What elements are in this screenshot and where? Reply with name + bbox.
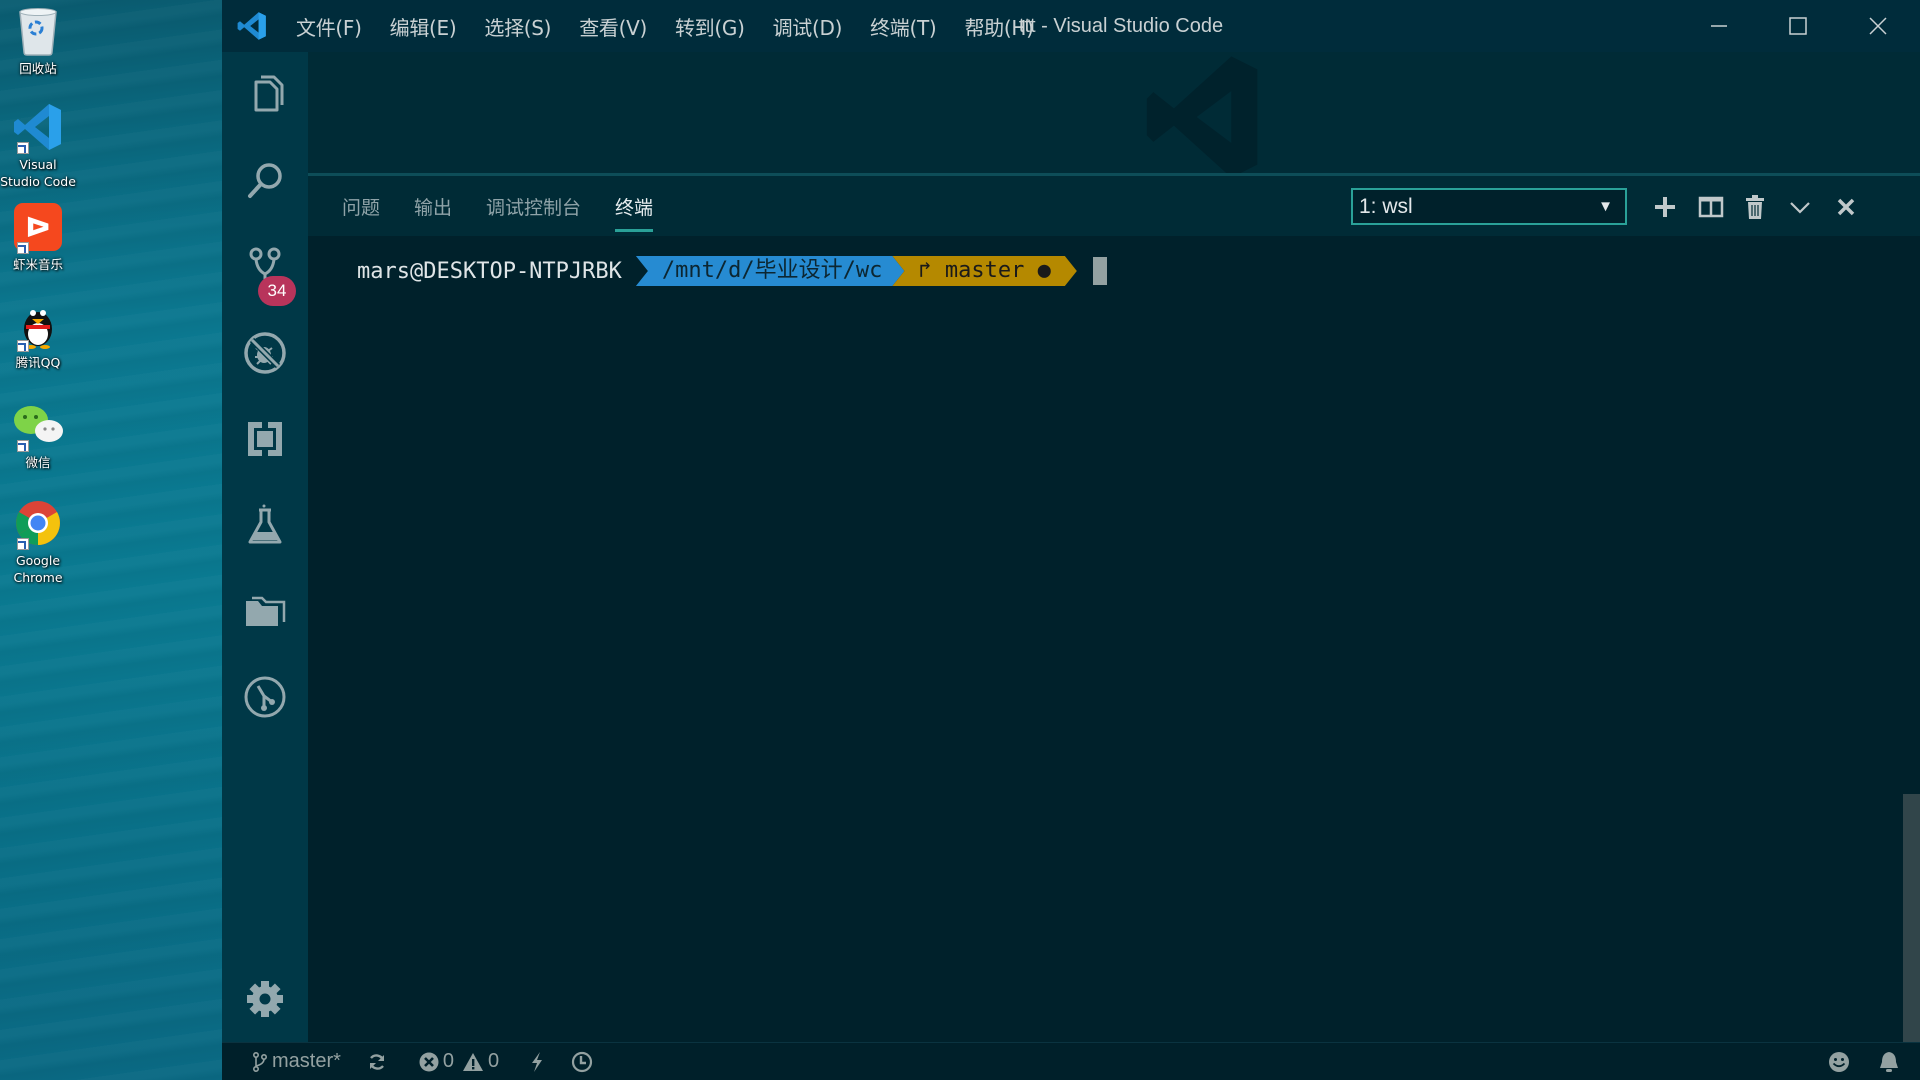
plus-icon (1655, 197, 1675, 217)
terminal-cursor (1092, 257, 1107, 285)
activity-bar: 34 (222, 52, 308, 1042)
activity-search[interactable] (222, 138, 308, 224)
menu-selection[interactable]: 选择(S) (470, 0, 565, 52)
xiami-music-icon: ᐅ (13, 202, 63, 254)
status-sync[interactable] (359, 1043, 395, 1080)
git-branch-icon (253, 1051, 268, 1072)
gear-icon (247, 981, 283, 1017)
title-bar: 文件(F) 编辑(E) 选择(S) 查看(V) 转到(G) 调试(D) 终端(T… (222, 0, 1920, 52)
git-circle-icon (244, 676, 286, 718)
recycle-bin-icon (13, 6, 63, 56)
files-icon (254, 75, 284, 112)
desktop: 回收站 Visual Studio Code ᐅ 虾米音乐 腾讯QQ 微信 Go… (0, 0, 222, 1080)
sync-icon (369, 1053, 385, 1070)
prompt-path-segment: /mnt/d/毕业设计/wc (636, 256, 904, 286)
status-timer[interactable] (563, 1043, 601, 1080)
menu-view[interactable]: 查看(V) (565, 0, 661, 52)
desktop-icon-tencent-qq[interactable]: 腾讯QQ (0, 300, 76, 371)
status-error-count: 0 (442, 1050, 455, 1072)
editor-area (308, 52, 1920, 173)
vscode-watermark-icon (1136, 52, 1266, 173)
close-window-button[interactable] (1839, 0, 1917, 52)
terminal-select-value: 1: wsl (1359, 195, 1413, 218)
maximize-button[interactable] (1759, 0, 1837, 52)
new-terminal-button[interactable] (1646, 188, 1684, 226)
prompt-git-dirty: ● (1037, 258, 1051, 283)
split-terminal-button[interactable] (1692, 188, 1730, 226)
close-icon (1837, 198, 1855, 216)
bell-icon (1880, 1051, 1898, 1072)
chevron-down-icon (1790, 202, 1810, 214)
kill-terminal-button[interactable] (1736, 188, 1774, 226)
status-problems[interactable]: 0 0 (411, 1043, 507, 1080)
minimize-icon (1711, 25, 1727, 27)
terminal[interactable]: mars@DESKTOP-NTPJRBK /mnt/d/毕业设计/wc ↱ ma… (308, 236, 1920, 1042)
git-branch-icon: ↱ (918, 258, 932, 283)
status-branch-label: master* (272, 1050, 341, 1072)
minimize-button[interactable] (1680, 0, 1758, 52)
menu-go[interactable]: 转到(G) (661, 0, 759, 52)
activity-extensions[interactable] (222, 396, 308, 482)
status-branch[interactable]: master* (244, 1043, 349, 1080)
no-bug-icon (244, 332, 286, 374)
warning-icon (463, 1052, 484, 1071)
folders-icon (246, 596, 286, 626)
activity-explorer[interactable] (222, 52, 308, 138)
prompt-git-branch: master (944, 258, 1025, 283)
desktop-icon-recycle-bin[interactable]: 回收站 (0, 6, 76, 77)
vscode-icon (13, 102, 63, 154)
activity-settings[interactable] (222, 956, 308, 1042)
activity-git-graph[interactable] (222, 654, 308, 740)
status-bar: master* 0 0 (222, 1042, 1920, 1080)
search-icon (248, 163, 282, 198)
split-icon (1698, 196, 1724, 218)
vscode-logo-icon (222, 0, 282, 52)
panel-header: 问题 输出 调试控制台 终端 1: wsl ▼ (308, 176, 1920, 236)
terminal-scrollbar[interactable] (1903, 794, 1920, 1042)
qq-penguin-icon (13, 300, 63, 352)
desktop-icon-vscode[interactable]: Visual Studio Code (0, 102, 76, 190)
wechat-icon (13, 400, 63, 452)
close-panel-button[interactable] (1827, 188, 1865, 226)
clock-icon (572, 1051, 593, 1072)
source-control-badge: 34 (258, 276, 296, 306)
status-warning-count: 0 (488, 1050, 500, 1072)
menu-help[interactable]: 帮助(H) (950, 0, 1047, 52)
activity-debug[interactable] (222, 310, 308, 396)
panel: 问题 输出 调试控制台 终端 1: wsl ▼ mars@DESKTOP-NTP… (308, 173, 1920, 1042)
desktop-icon-wechat[interactable]: 微信 (0, 400, 76, 471)
menu-terminal[interactable]: 终端(T) (856, 0, 950, 52)
activity-source-control[interactable]: 34 (222, 224, 308, 310)
activity-test[interactable] (222, 482, 308, 568)
vscode-window: 文件(F) 编辑(E) 选择(S) 查看(V) 转到(G) 调试(D) 终端(T… (222, 0, 1920, 1080)
terminal-prompt: mars@DESKTOP-NTPJRBK /mnt/d/毕业设计/wc ↱ ma… (357, 256, 1107, 286)
close-icon (1869, 17, 1887, 35)
tab-terminal[interactable]: 终端 (615, 176, 654, 236)
status-lightning[interactable] (521, 1043, 553, 1080)
status-feedback[interactable] (1820, 1043, 1858, 1080)
maximize-panel-button[interactable] (1781, 188, 1819, 226)
activity-project-manager[interactable] (222, 568, 308, 654)
menu-file[interactable]: 文件(F) (282, 0, 376, 52)
error-icon (419, 1052, 439, 1071)
desktop-icon-google-chrome[interactable]: Google Chrome (0, 498, 76, 586)
tab-output[interactable]: 输出 (414, 176, 452, 236)
chrome-icon (13, 498, 63, 550)
prompt-git-segment: ↱ master ● (892, 256, 1076, 286)
trash-icon (1746, 195, 1764, 219)
dropdown-arrow-icon: ▼ (1598, 198, 1613, 215)
status-notifications[interactable] (1870, 1043, 1908, 1080)
lightning-icon (532, 1051, 543, 1072)
desktop-icon-xiami-music[interactable]: ᐅ 虾米音乐 (0, 202, 76, 273)
tab-problems[interactable]: 问题 (342, 176, 380, 236)
smiley-icon (1829, 1051, 1849, 1072)
flask-icon (248, 504, 282, 544)
maximize-icon (1789, 17, 1807, 35)
prompt-user-host: mars@DESKTOP-NTPJRBK (357, 258, 622, 284)
extensions-icon (248, 422, 282, 456)
terminal-instance-select[interactable]: 1: wsl ▼ (1351, 188, 1627, 225)
menu-debug[interactable]: 调试(D) (759, 0, 857, 52)
menu-edit[interactable]: 编辑(E) (376, 0, 471, 52)
tab-debug-console[interactable]: 调试控制台 (486, 176, 581, 236)
